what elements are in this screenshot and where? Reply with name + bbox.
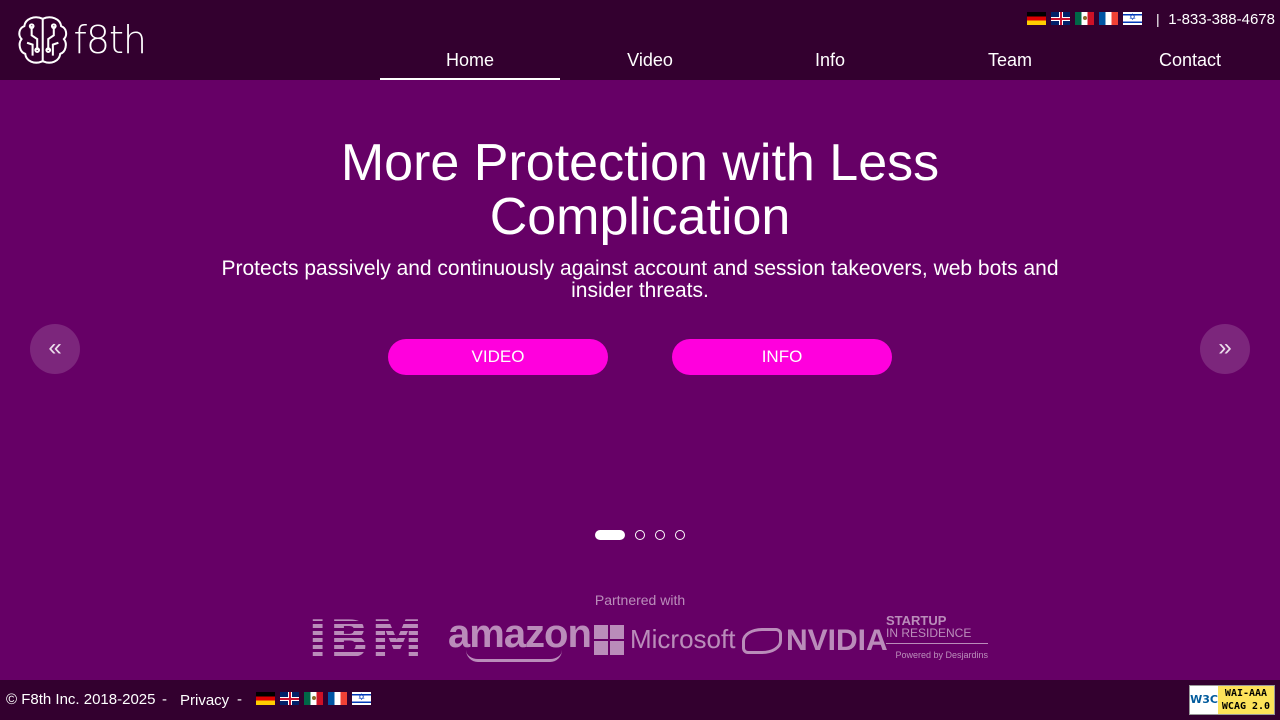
video-button[interactable]: VIDEO — [388, 339, 608, 375]
w3c-logo: W3C — [1190, 693, 1218, 706]
microsoft-windows-icon — [594, 624, 624, 655]
hero-title: More Protection with Less Complication — [340, 134, 940, 246]
flag-uk-icon[interactable] — [1051, 12, 1070, 25]
slide-indicator-4[interactable] — [675, 530, 685, 540]
language-switcher-top — [1027, 12, 1142, 25]
language-switcher-bottom — [256, 692, 371, 705]
flag-mexico-icon[interactable] — [304, 692, 323, 705]
logo-text: f8th — [73, 18, 147, 62]
microsoft-logo: Microsoft — [594, 624, 735, 655]
top-header: f8th | 1-833-388-4678 Home Video Info Te… — [0, 0, 1280, 80]
startup-line3: Powered by Desjardins — [895, 650, 988, 660]
main-nav: Home Video Info Team Contact — [380, 40, 1280, 80]
info-button[interactable]: INFO — [672, 339, 892, 375]
header-separator: | — [1156, 11, 1160, 27]
nav-contact[interactable]: Contact — [1100, 40, 1280, 80]
nvidia-logo: NVIDIA — [742, 624, 888, 658]
flag-uk-icon[interactable] — [280, 692, 299, 705]
wcag-label: WAI-AAA WCAG 2.0 — [1218, 686, 1274, 714]
nav-team[interactable]: Team — [920, 40, 1100, 80]
nav-home[interactable]: Home — [380, 40, 560, 80]
nav-video[interactable]: Video — [560, 40, 740, 80]
startup-line2: IN RESIDENCE — [886, 627, 988, 644]
footer-dash: - — [237, 691, 242, 708]
slider-indicators — [595, 530, 685, 540]
brain-circuit-icon — [18, 16, 68, 64]
slide-indicator-1[interactable] — [595, 530, 625, 540]
flag-france-icon[interactable] — [1099, 12, 1118, 25]
startup-in-residence-logo: STARTUP IN RESIDENCE Powered by Desjardi… — [886, 614, 988, 662]
partners-label: Partnered with — [594, 592, 686, 608]
nvidia-wordmark: NVIDIA — [786, 624, 888, 657]
hero-subtitle: Protects passively and continuously agai… — [221, 257, 1059, 302]
nvidia-eye-icon — [742, 628, 782, 654]
wcag-line1: WAI-AAA — [1224, 688, 1268, 699]
flag-israel-icon[interactable] — [352, 692, 371, 705]
microsoft-wordmark: Microsoft — [630, 624, 736, 654]
ibm-logo: IBM — [308, 610, 425, 670]
wcag-line2: WCAG 2.0 — [1221, 701, 1271, 712]
partner-logos: IBM amazon Microsoft NVIDIA STARTUP IN R… — [300, 612, 1000, 668]
flag-france-icon[interactable] — [328, 692, 347, 705]
amazon-smile-icon — [466, 650, 562, 662]
footer: © F8th Inc. 2018-2025 - Privacy - — [0, 680, 1280, 720]
wcag-aaa-badge[interactable]: W3C WAI-AAA WCAG 2.0 — [1189, 685, 1275, 715]
privacy-link[interactable]: Privacy — [180, 692, 229, 709]
slider-prev-button[interactable]: « — [30, 324, 80, 374]
footer-dash: - — [162, 691, 167, 708]
f8th-logo[interactable]: f8th — [16, 11, 147, 69]
copyright-text: © F8th Inc. 2018-2025 — [6, 691, 156, 708]
flag-mexico-icon[interactable] — [1075, 12, 1094, 25]
nav-info[interactable]: Info — [740, 40, 920, 80]
slide-indicator-2[interactable] — [635, 530, 645, 540]
flag-germany-icon[interactable] — [1027, 12, 1046, 25]
phone-number[interactable]: 1-833-388-4678 — [1168, 11, 1275, 28]
flag-israel-icon[interactable] — [1123, 12, 1142, 25]
flag-germany-icon[interactable] — [256, 692, 275, 705]
slide-indicator-3[interactable] — [655, 530, 665, 540]
slider-next-button[interactable]: » — [1200, 324, 1250, 374]
